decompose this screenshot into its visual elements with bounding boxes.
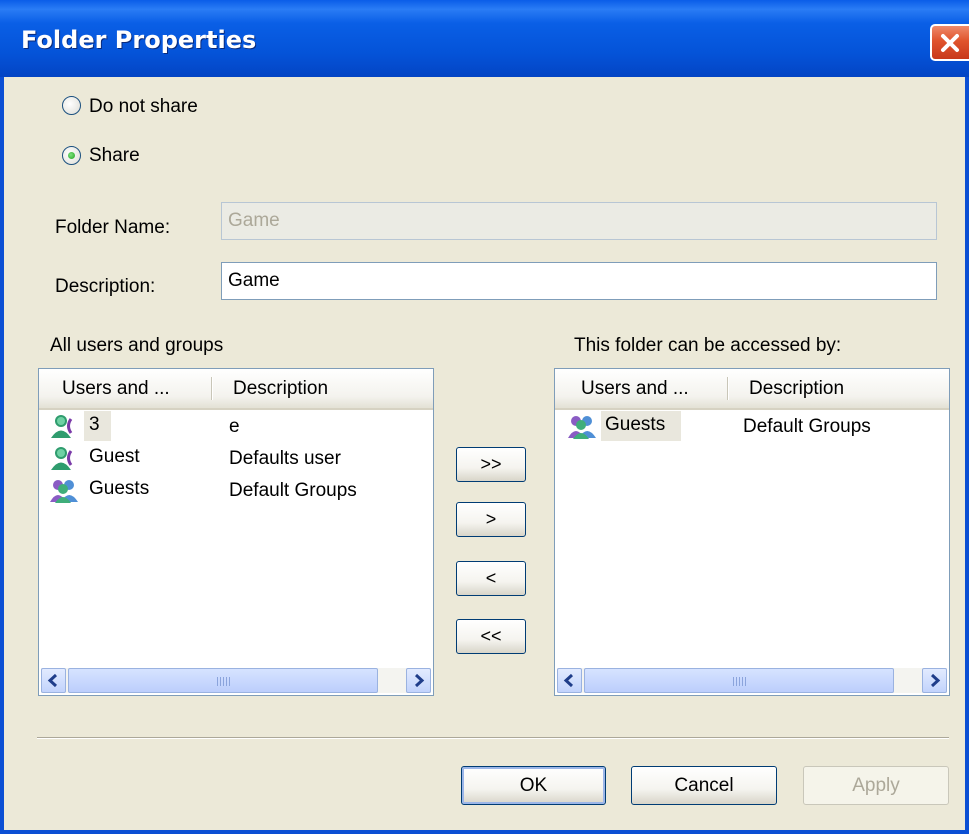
all-users-heading: All users and groups <box>50 335 224 356</box>
scroll-thumb[interactable] <box>68 668 378 693</box>
user-icon <box>51 447 73 470</box>
close-icon <box>941 34 959 52</box>
ok-button[interactable]: OK <box>461 766 606 805</box>
user-description: e <box>229 416 240 437</box>
window-border-bottom <box>0 830 969 834</box>
remove-button[interactable]: < <box>456 561 526 596</box>
column-header-description[interactable]: Description <box>749 378 844 400</box>
scroll-right-button[interactable] <box>406 668 431 693</box>
group-icon <box>568 416 596 439</box>
list-item[interactable]: Guests Default Groups <box>555 410 949 442</box>
list-item[interactable]: Guests Default Groups <box>39 474 433 506</box>
group-icon <box>50 480 78 503</box>
user-name: 3 <box>89 414 100 435</box>
add-button[interactable]: > <box>456 502 526 537</box>
scroll-grip <box>217 677 231 686</box>
column-header-users[interactable]: Users and ... <box>581 378 689 400</box>
window-border-right <box>965 77 969 834</box>
column-separator[interactable] <box>727 377 729 400</box>
column-header-description[interactable]: Description <box>233 378 328 400</box>
do-not-share-label[interactable]: Do not share <box>89 96 198 118</box>
window-title: Folder Properties <box>21 26 257 54</box>
arrow-right-icon <box>414 673 425 688</box>
group-name: Guests <box>605 414 666 435</box>
scroll-left-button[interactable] <box>557 668 582 693</box>
group-description: Default Groups <box>229 480 357 501</box>
column-header-users[interactable]: Users and ... <box>62 378 170 400</box>
horizontal-scrollbar[interactable] <box>557 668 947 693</box>
title-bar[interactable]: Folder Properties <box>0 0 969 77</box>
list-item[interactable]: 3 e <box>39 410 433 442</box>
remove-all-button[interactable]: << <box>456 619 526 654</box>
user-icon <box>51 415 73 438</box>
scroll-thumb[interactable] <box>584 668 894 693</box>
user-name: Guest <box>89 446 140 467</box>
window-border-left <box>0 77 4 834</box>
accessed-by-list[interactable]: Users and ... Description Guests Default… <box>554 368 950 696</box>
do-not-share-radio[interactable] <box>62 96 81 115</box>
add-all-button[interactable]: >> <box>456 447 526 482</box>
share-radio[interactable] <box>62 146 81 165</box>
user-description: Defaults user <box>229 448 341 469</box>
column-separator[interactable] <box>211 377 213 400</box>
radio-selected-dot <box>68 152 75 159</box>
accessed-by-heading: This folder can be accessed by: <box>574 335 842 356</box>
folder-name-field: Game <box>221 202 937 240</box>
group-name: Guests <box>89 478 150 499</box>
list-header: Users and ... Description <box>39 369 433 410</box>
horizontal-scrollbar[interactable] <box>41 668 431 693</box>
list-header: Users and ... Description <box>555 369 949 410</box>
close-button[interactable] <box>930 24 969 61</box>
arrow-left-icon <box>47 673 58 688</box>
group-description: Default Groups <box>743 416 871 437</box>
description-label: Description: <box>55 276 156 297</box>
scroll-grip <box>733 677 747 686</box>
dialog-body: Do not share Share Folder Name: Game Des… <box>0 77 969 834</box>
arrow-right-icon <box>930 673 941 688</box>
apply-button[interactable]: Apply <box>803 766 949 805</box>
description-field[interactable]: Game <box>221 262 937 300</box>
folder-properties-dialog: Folder Properties Do not share Share Fol… <box>0 0 969 834</box>
scroll-left-button[interactable] <box>41 668 66 693</box>
list-item[interactable]: Guest Defaults user <box>39 442 433 474</box>
folder-name-label: Folder Name: <box>55 217 171 238</box>
cancel-button[interactable]: Cancel <box>631 766 777 805</box>
footer-divider <box>37 737 949 739</box>
share-label[interactable]: Share <box>89 145 140 167</box>
arrow-left-icon <box>563 673 574 688</box>
all-users-list[interactable]: Users and ... Description 3 e Guest Defa… <box>38 368 434 696</box>
scroll-right-button[interactable] <box>922 668 947 693</box>
